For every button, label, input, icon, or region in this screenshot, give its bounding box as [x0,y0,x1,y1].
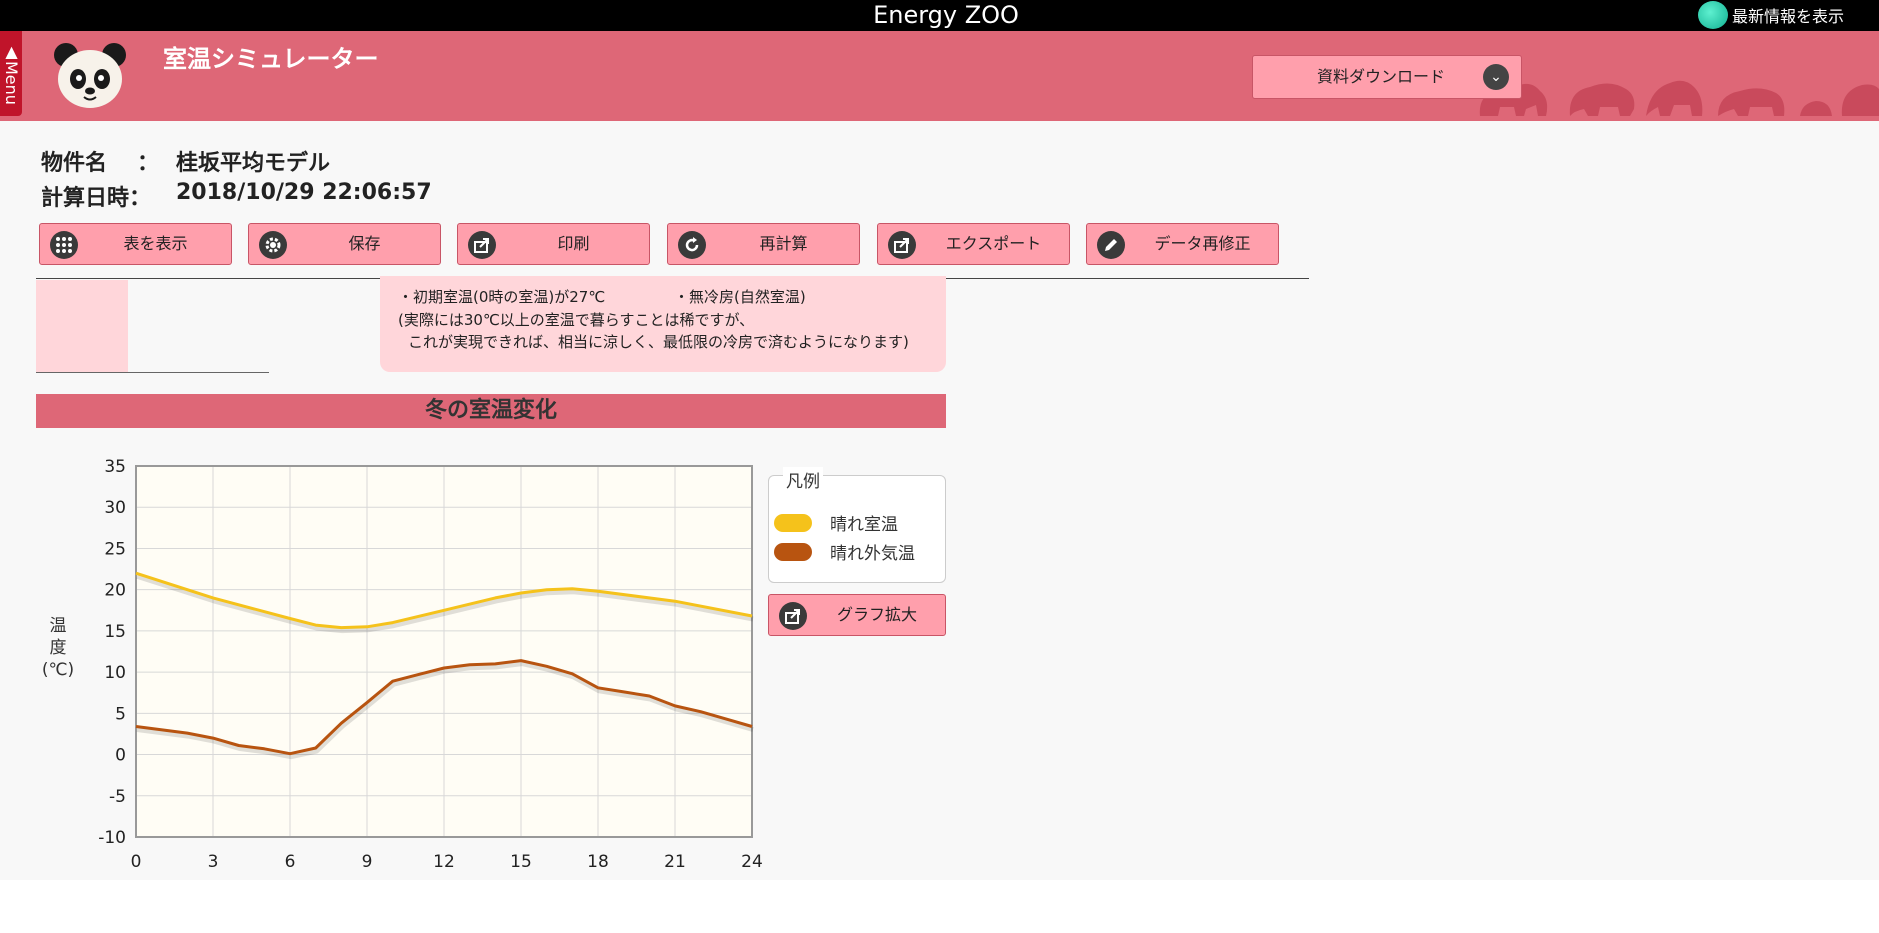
grid-icon [50,231,78,259]
calc-date-value: 2018/10/29 22:06:57 [176,180,432,205]
x-tick-label: 18 [587,852,609,872]
temperature-chart: 温 度 (℃) -10 -5 0 5 10 15 20 25 30 35 0 3 6 9 12 15 18 21 2… [42,457,763,872]
show-table-label: 表を表示 [123,234,188,253]
menu-tab[interactable]: ▲Menu [0,31,22,116]
legend-item-sunny-outdoor: 晴れ外気温 [774,539,915,564]
x-tick-label: 6 [285,852,296,872]
property-name-value: 桂坂平均モデル [176,151,331,176]
legend-label: 晴れ室温 [830,515,898,535]
y-tick-label: 30 [104,498,126,518]
export-label: エクスポート [945,234,1042,253]
y-axis-label-unit: (℃) [42,660,74,680]
left-divider [36,372,269,373]
x-tick-label: 0 [131,852,142,872]
refresh-icon [678,231,706,259]
note-conclusion: これが実現できれば、相当に涼しく、最低限の冷房で済むようになります) [408,333,909,351]
y-tick-label: 20 [104,581,126,601]
chevron-down-icon: ⌄ [1483,64,1509,90]
panda-logo-icon [54,43,126,108]
y-tick-label: 15 [104,622,126,642]
x-tick-label: 12 [433,852,455,872]
x-tick-label: 3 [208,852,219,872]
x-tick-label: 21 [664,852,686,872]
recalculate-label: 再計算 [759,234,808,253]
news-toggle[interactable]: 最新情報を表示 [1698,1,1844,29]
top-bar: Energy ZOO 最新情報を表示 [0,0,1879,31]
zoom-graph-button[interactable]: グラフ拡大 [768,594,946,636]
toggle-indicator-icon [1698,1,1728,29]
data-edit-button[interactable]: データ再修正 [1086,223,1279,265]
legend-label: 晴れ外気温 [830,544,915,564]
x-tick-label: 15 [510,852,532,872]
note-reality: (実際には30℃以上の室温で暮らすことは稀ですが、 [398,311,755,329]
news-toggle-label: 最新情報を表示 [1732,7,1845,26]
y-tick-label: 5 [115,704,126,724]
y-tick-label: -10 [98,828,126,848]
property-name-colon: ： [137,151,160,176]
simulator-title: 室温シミュレーター [163,45,379,73]
app-title: Energy ZOO [873,1,1019,29]
download-label: 資料ダウンロード [1317,67,1446,86]
export-icon [888,231,916,259]
x-tick-label: 9 [362,852,373,872]
y-tick-label: 0 [115,746,126,766]
data-edit-label: データ再修正 [1154,234,1251,253]
save-label: 保存 [348,234,381,253]
chart-legend: 凡例 晴れ室温 晴れ外気温 [768,467,946,583]
left-pink-cell [36,280,128,372]
print-button[interactable]: 印刷 [457,223,650,265]
print-label: 印刷 [557,234,590,253]
x-tick-label: 24 [741,852,763,872]
y-tick-label: 35 [104,457,126,477]
legend-swatch [774,513,812,532]
download-dropdown[interactable]: 資料ダウンロード ⌄ [1252,55,1522,99]
show-table-button[interactable]: 表を表示 [39,223,232,265]
animal-silhouettes-icon [1479,80,1879,116]
condition-note: ・初期室温(0時の室温)が27℃ ・無冷房(自然室温) (実際には30℃以上の室… [380,276,946,372]
save-button[interactable]: 保存 [248,223,441,265]
y-axis-label-char-2: 度 [50,638,67,658]
share-icon [468,231,496,259]
section-title: 冬の室温変化 [424,398,557,423]
y-tick-label: 25 [104,539,126,559]
y-tick-label: -5 [109,787,126,807]
pencil-icon [1097,231,1125,259]
gear-icon [259,231,287,259]
recalculate-button[interactable]: 再計算 [667,223,860,265]
zoom-graph-label: グラフ拡大 [836,605,917,624]
section-header: 冬の室温変化 [36,394,946,428]
export-button[interactable]: エクスポート [877,223,1070,265]
property-name-label: 物件名 [41,151,108,176]
y-tick-label: 10 [104,663,126,683]
legend-swatch [774,542,812,561]
header: ▲Menu 室温シミュレーター 資料ダウンロード ⌄ [0,31,1879,121]
note-initial-temp: ・初期室温(0時の室温)が27℃ [398,288,606,306]
note-no-cooling: ・無冷房(自然室温) [674,288,806,306]
y-axis-label-char-1: 温 [50,616,67,636]
calc-date-label: 計算日時： [41,186,152,211]
legend-item-sunny-room: 晴れ室温 [774,510,898,535]
legend-title: 凡例 [783,467,823,492]
export-icon [779,602,807,630]
